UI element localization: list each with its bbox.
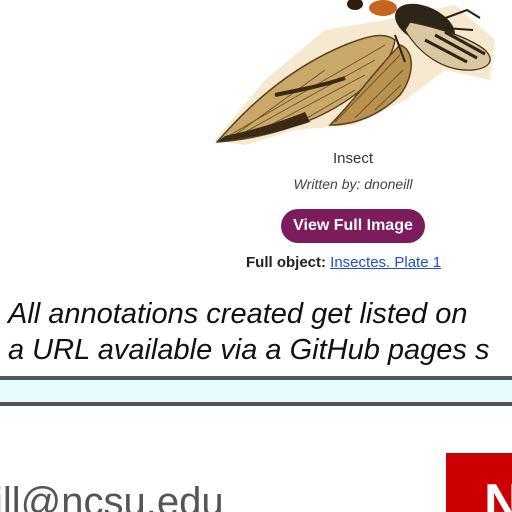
page: Insect Written by: dnoneill View Full Im… [0, 0, 512, 512]
view-full-image-button[interactable]: View Full Image [281, 209, 425, 243]
insect-image [205, 0, 505, 150]
divider-bar [0, 376, 512, 406]
author-line: Written by: dnoneill [293, 176, 413, 192]
full-object-label: Full object: [246, 254, 326, 271]
logo-letter: N [484, 474, 512, 512]
full-object-link[interactable]: Insectes. Plate 1 [330, 254, 441, 271]
email-address[interactable]: ill@ncsu.edu [0, 480, 224, 512]
annotation-title: Insect [332, 150, 374, 167]
paragraph-line-2: a URL available via a GitHub pages s [8, 334, 490, 366]
full-object-line: Full object: Insectes. Plate 1 [246, 254, 441, 271]
paragraph-line-1: All annotations created get listed on [8, 298, 468, 330]
ncsu-logo: N [446, 453, 512, 512]
